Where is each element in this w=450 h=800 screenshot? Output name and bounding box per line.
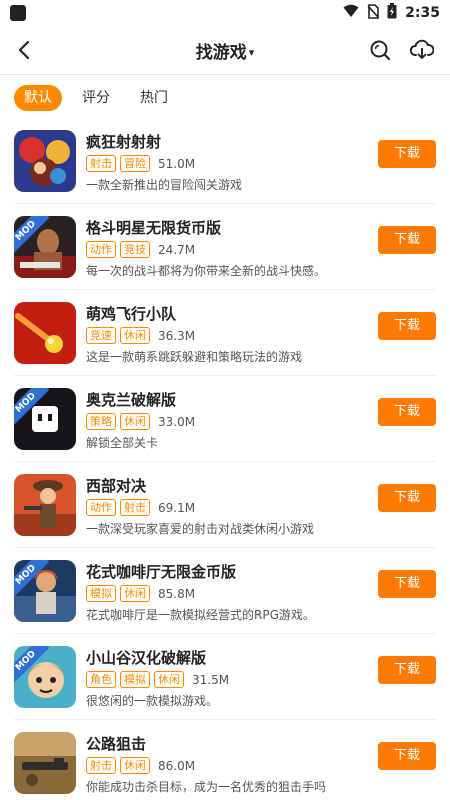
no-sim-icon xyxy=(367,3,379,23)
download-button[interactable]: 下载 xyxy=(378,484,436,512)
game-list-item[interactable]: 疯狂射射射 射击 冒险 51.0M 一款全新推出的冒险闯关游戏 下载 xyxy=(14,118,436,204)
game-meta: 动作 射击 69.1M xyxy=(86,499,195,516)
wifi-icon xyxy=(343,4,359,22)
game-description: 解锁全部关卡 xyxy=(86,436,159,450)
game-icon[interactable] xyxy=(14,302,76,364)
download-button[interactable]: 下载 xyxy=(378,140,436,168)
game-description: 这是一款萌系跳跃躲避和策略玩法的游戏 xyxy=(86,350,303,364)
game-icon[interactable] xyxy=(14,130,76,192)
genre-tag: 休闲 xyxy=(120,413,150,430)
genre-tag: 模拟 xyxy=(120,671,150,688)
game-name[interactable]: 疯狂射射射 xyxy=(86,131,161,152)
genre-tag: 休闲 xyxy=(120,757,150,774)
tab-rating[interactable]: 评分 xyxy=(72,85,120,111)
download-button[interactable]: 下载 xyxy=(378,398,436,426)
game-list-item[interactable]: MOD 小山谷汉化破解版 角色 模拟 休闲 31.5M 很悠闲的一款模拟游戏。 … xyxy=(14,634,436,720)
game-list-item[interactable]: 西部对决 动作 射击 69.1M 一款深受玩家喜爱的射击对战类休闲小游戏 下载 xyxy=(14,462,436,548)
game-icon[interactable]: MOD xyxy=(14,388,76,450)
status-time: 2:35 xyxy=(405,5,440,21)
game-icon[interactable] xyxy=(14,474,76,536)
game-name[interactable]: 萌鸡飞行小队 xyxy=(86,303,176,324)
genre-tag: 竞技 xyxy=(120,241,150,258)
genre-tag: 角色 xyxy=(86,671,116,688)
genre-tag: 射击 xyxy=(120,499,150,516)
file-size: 51.0M xyxy=(158,156,196,171)
download-button[interactable]: 下载 xyxy=(378,656,436,684)
game-name[interactable]: 格斗明星无限货币版 xyxy=(86,217,221,238)
game-icon[interactable]: MOD xyxy=(14,560,76,622)
search-button[interactable] xyxy=(366,36,394,64)
game-meta: 角色 模拟 休闲 31.5M xyxy=(86,671,229,688)
status-bar: 2:35 xyxy=(0,0,450,26)
chevron-down-icon: ▾ xyxy=(248,46,255,59)
game-list: 疯狂射射射 射击 冒险 51.0M 一款全新推出的冒险闯关游戏 下载 MOD 格… xyxy=(0,118,450,800)
game-name[interactable]: 花式咖啡厅无限金币版 xyxy=(86,561,236,582)
game-description: 每一次的战斗都将为你带来全新的战斗快感。 xyxy=(86,264,327,278)
game-name[interactable]: 公路狙击 xyxy=(86,733,146,754)
battery-icon xyxy=(387,3,397,23)
download-manager-button[interactable] xyxy=(408,36,436,64)
genre-tag: 动作 xyxy=(86,241,116,258)
genre-tag: 休闲 xyxy=(120,585,150,602)
game-meta: 策略 休闲 33.0M xyxy=(86,413,195,430)
genre-tag: 策略 xyxy=(86,413,116,430)
game-icon[interactable] xyxy=(14,732,76,794)
game-name[interactable]: 西部对决 xyxy=(86,475,146,496)
search-icon xyxy=(370,40,391,61)
genre-tag: 冒险 xyxy=(120,155,150,172)
game-meta: 射击 冒险 51.0M xyxy=(86,155,195,172)
file-size: 86.0M xyxy=(158,758,196,773)
header-divider xyxy=(0,74,450,75)
file-size: 31.5M xyxy=(192,672,230,687)
file-size: 33.0M xyxy=(158,414,196,429)
genre-tag: 射击 xyxy=(86,155,116,172)
download-button[interactable]: 下载 xyxy=(378,570,436,598)
page-title-text: 找游戏 xyxy=(195,43,247,63)
game-name[interactable]: 奥克兰破解版 xyxy=(86,389,176,410)
genre-tag: 动作 xyxy=(86,499,116,516)
game-description: 一款深受玩家喜爱的射击对战类休闲小游戏 xyxy=(86,522,315,536)
sort-tabs: 默认 评分 热门 xyxy=(14,84,178,112)
file-size: 69.1M xyxy=(158,500,196,515)
game-description: 花式咖啡厅是一款模拟经营式的RPG游戏。 xyxy=(86,608,315,622)
game-list-item[interactable]: MOD 奥克兰破解版 策略 休闲 33.0M 解锁全部关卡 下载 xyxy=(14,376,436,462)
game-meta: 竞速 休闲 36.3M xyxy=(86,327,195,344)
game-meta: 模拟 休闲 85.8M xyxy=(86,585,195,602)
game-icon[interactable]: MOD xyxy=(14,646,76,708)
game-list-item[interactable]: 萌鸡飞行小队 竞速 休闲 36.3M 这是一款萌系跳跃躲避和策略玩法的游戏 下载 xyxy=(14,290,436,376)
download-button[interactable]: 下载 xyxy=(378,312,436,340)
file-size: 85.8M xyxy=(158,586,196,601)
download-icon xyxy=(410,39,434,59)
download-button[interactable]: 下载 xyxy=(378,742,436,770)
tab-default[interactable]: 默认 xyxy=(14,85,62,111)
game-list-item[interactable]: MOD 花式咖啡厅无限金币版 模拟 休闲 85.8M 花式咖啡厅是一款模拟经营式… xyxy=(14,548,436,634)
file-size: 36.3M xyxy=(158,328,196,343)
game-list-item[interactable]: MOD 格斗明星无限货币版 动作 竞技 24.7M 每一次的战斗都将为你带来全新… xyxy=(14,204,436,290)
game-meta: 动作 竞技 24.7M xyxy=(86,241,195,258)
genre-tag: 射击 xyxy=(86,757,116,774)
game-meta: 射击 休闲 86.0M xyxy=(86,757,195,774)
genre-tag: 模拟 xyxy=(86,585,116,602)
genre-tag: 休闲 xyxy=(154,671,184,688)
file-size: 24.7M xyxy=(158,242,196,257)
app-notification-icon xyxy=(10,5,26,21)
game-icon[interactable]: MOD xyxy=(14,216,76,278)
game-list-item[interactable]: 公路狙击 射击 休闲 86.0M 你能成功击杀目标，成为一名优秀的狙击手吗 下载 xyxy=(14,720,436,800)
game-description: 一款全新推出的冒险闯关游戏 xyxy=(86,178,243,192)
genre-tag: 竞速 xyxy=(86,327,116,344)
game-description: 很悠闲的一款模拟游戏。 xyxy=(86,694,219,708)
genre-tag: 休闲 xyxy=(120,327,150,344)
header: 找游戏 ▾ xyxy=(0,26,450,74)
tab-hot[interactable]: 热门 xyxy=(130,85,178,111)
download-button[interactable]: 下载 xyxy=(378,226,436,254)
game-name[interactable]: 小山谷汉化破解版 xyxy=(86,647,206,668)
game-description: 你能成功击杀目标，成为一名优秀的狙击手吗 xyxy=(86,780,327,794)
status-icons: 2:35 xyxy=(343,3,440,23)
